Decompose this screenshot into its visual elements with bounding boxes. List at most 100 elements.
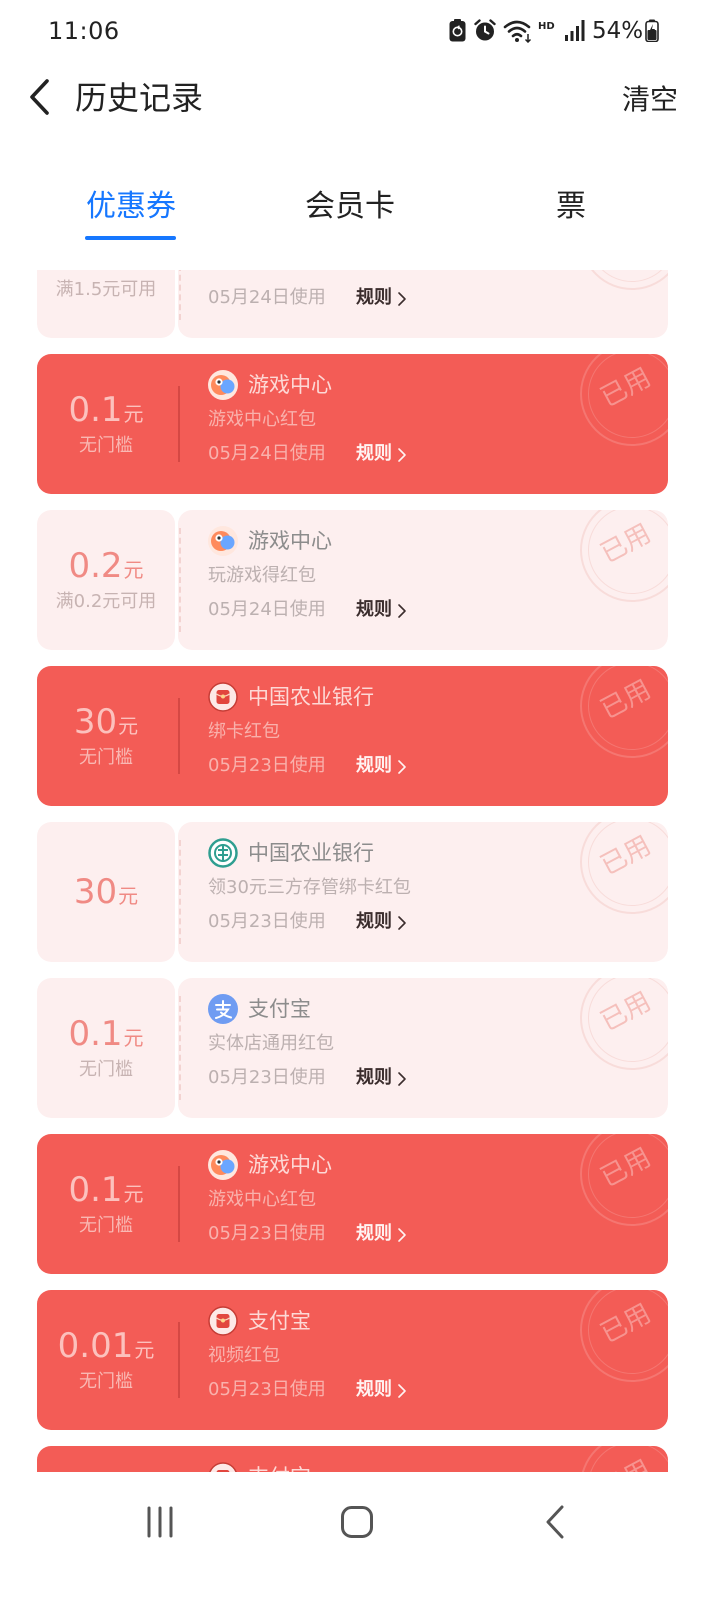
coupon-card[interactable]: 0.1元 无门槛 已用 支付宝 实体店通用红包 05月23日使用 规则 [37, 978, 668, 1118]
coupon-rules-link[interactable]: 规则 [356, 1378, 407, 1402]
used-stamp-text: 已用 [595, 362, 656, 414]
abc-bank-icon [208, 838, 238, 868]
coupon-amount: 30元 [74, 872, 138, 912]
used-stamp-text: 已用 [595, 674, 656, 726]
coupon-amount-value: 0.01 [57, 1326, 134, 1366]
coupon-rules-label: 规则 [356, 911, 392, 932]
coupon-merchant: 游戏中心 [248, 373, 332, 397]
coupon-used-date: 05月24日使用 [208, 443, 326, 464]
home-button[interactable] [335, 1504, 379, 1544]
coupon-card[interactable]: 已用 支付宝 [37, 1446, 668, 1472]
used-stamp: 已用 [580, 1446, 668, 1472]
coupon-divider [179, 840, 181, 944]
recent-apps-button[interactable] [138, 1504, 182, 1544]
system-back-button[interactable] [533, 1504, 577, 1544]
coupon-list-viewport[interactable]: 满1.5元可用 05月24日使用 规则 0.1元 无门槛 已用 游戏中心 游戏中… [0, 270, 720, 1472]
coupon-amount-panel: 0.2元 满0.2元可用 [37, 510, 175, 650]
coupon-rules-label: 规则 [356, 1223, 392, 1244]
coupon-rules-link[interactable]: 规则 [356, 754, 407, 778]
coupon-rules-link[interactable]: 规则 [356, 598, 407, 622]
coupon-card[interactable]: 0.1元 无门槛 已用 游戏中心 游戏中心红包 05月24日使用 规则 [37, 354, 668, 494]
coupon-name: 绑卡红包 [208, 721, 280, 742]
tab-coupons[interactable]: 优惠券 [61, 188, 201, 226]
coupon-rules-link[interactable]: 规则 [356, 286, 407, 310]
coupon-name: 领30元三方存管绑卡红包 [208, 877, 411, 898]
alipay-icon [208, 994, 238, 1024]
back-button[interactable] [22, 78, 56, 120]
tab-tickets[interactable]: 票 [501, 188, 641, 226]
coupon-amount-panel: 0.1元 无门槛 [37, 354, 175, 494]
used-stamp: 已用 [580, 666, 668, 758]
coupon-used-date: 05月23日使用 [208, 755, 326, 776]
clear-history-button[interactable]: 清空 [622, 81, 678, 119]
coupon-detail-panel: 已用 中国农业银行 领30元三方存管绑卡红包 05月23日使用 规则 [178, 822, 668, 962]
coupon-rules-label: 规则 [356, 1067, 392, 1088]
coupon-card[interactable]: 0.1元 无门槛 已用 游戏中心 游戏中心红包 05月23日使用 规则 [37, 1134, 668, 1274]
coupon-merchant: 支付宝 [248, 1309, 311, 1333]
game-center-icon [208, 526, 238, 556]
chevron-right-icon [397, 1226, 407, 1242]
coupon-card[interactable]: 0.01元 无门槛 已用 支付宝 视频红包 05月23日使用 规则 [37, 1290, 668, 1430]
coupon-amount-value: 0.2 [68, 546, 123, 586]
used-stamp: 已用 [580, 978, 668, 1070]
coupon-rules-link[interactable]: 规则 [356, 910, 407, 934]
coupon-condition: 无门槛 [79, 1059, 133, 1080]
page-title: 历史记录 [75, 79, 204, 117]
game-center-icon [208, 1150, 238, 1180]
coupon-rules-label: 规则 [356, 1379, 392, 1400]
coupon-card[interactable]: 0.2元 满0.2元可用 已用 游戏中心 玩游戏得红包 05月24日使用 规则 [37, 510, 668, 650]
tab-active-indicator [85, 236, 176, 240]
coupon-amount-value: 0.1 [68, 1170, 123, 1210]
coupon-amount: 0.2元 [68, 546, 143, 586]
coupon-condition: 满1.5元可用 [55, 279, 157, 300]
coupon-condition: 无门槛 [79, 1215, 133, 1236]
chevron-right-icon [397, 914, 407, 930]
coupon-amount-panel: 0.01元 无门槛 [37, 1290, 175, 1430]
coupon-used-date: 05月23日使用 [208, 1379, 326, 1400]
chevron-right-icon [397, 1382, 407, 1398]
coupon-amount-panel: 0.1元 无门槛 [37, 1134, 175, 1274]
coupon-amount-unit: 元 [118, 884, 139, 908]
coupon-name: 游戏中心红包 [208, 1189, 316, 1210]
coupon-card[interactable]: 满1.5元可用 05月24日使用 规则 [37, 270, 668, 338]
used-stamp-text: 已用 [595, 518, 656, 570]
coupon-rules-link[interactable]: 规则 [356, 442, 407, 466]
used-stamp-text: 已用 [595, 1142, 656, 1194]
coupon-rules-link[interactable]: 规则 [356, 1066, 407, 1090]
network-type-label: HD [538, 21, 555, 32]
used-stamp: 已用 [580, 354, 668, 446]
used-stamp-text: 已用 [596, 1455, 656, 1472]
coupon-name: 实体店通用红包 [208, 1033, 334, 1054]
coupon-card[interactable]: 30元 无门槛 已用 中国农业银行 绑卡红包 05月23日使用 规则 [37, 666, 668, 806]
coupon-amount: 30元 [74, 702, 138, 742]
coupon-amount: 0.01元 [58, 1326, 155, 1366]
coupon-rules-label: 规则 [356, 755, 392, 776]
coupon-amount-unit: 元 [123, 558, 144, 582]
coupon-detail-panel: 已用 支付宝 [178, 1446, 668, 1472]
game-center-icon [208, 370, 238, 400]
coupon-name: 视频红包 [208, 1345, 280, 1366]
used-stamp: 已用 [580, 510, 668, 602]
tab-membership-cards[interactable]: 会员卡 [280, 188, 420, 226]
coupon-amount-value: 30 [73, 872, 118, 912]
battery-percent: 54% [592, 18, 644, 44]
home-icon [340, 1505, 374, 1543]
coupon-amount-panel: 30元 无门槛 [37, 666, 175, 806]
coupon-used-date: 05月23日使用 [208, 911, 326, 932]
coupon-amount-panel: 30元 [37, 822, 175, 962]
coupon-amount: 0.1元 [68, 390, 143, 430]
coupon-rules-link[interactable]: 规则 [356, 1222, 407, 1246]
coupon-detail-panel: 已用 游戏中心 游戏中心红包 05月23日使用 规则 [178, 1134, 668, 1274]
coupon-amount-value: 30 [73, 702, 118, 742]
coupon-amount-value: 0.1 [68, 1014, 123, 1054]
coupon-amount: 0.1元 [68, 1170, 143, 1210]
coupon-merchant: 中国农业银行 [248, 841, 374, 865]
coupon-card[interactable]: 30元 已用 中国农业银行 领30元三方存管绑卡红包 05月23日使用 规则 [37, 822, 668, 962]
used-stamp-text: 已用 [595, 1298, 656, 1350]
status-time: 11:06 [48, 17, 120, 45]
coupon-name: 游戏中心红包 [208, 409, 316, 430]
red-envelope-icon [208, 1306, 238, 1336]
coupon-divider [179, 270, 181, 320]
coupon-condition: 满0.2元可用 [55, 591, 157, 612]
used-stamp: 已用 [580, 1290, 668, 1382]
